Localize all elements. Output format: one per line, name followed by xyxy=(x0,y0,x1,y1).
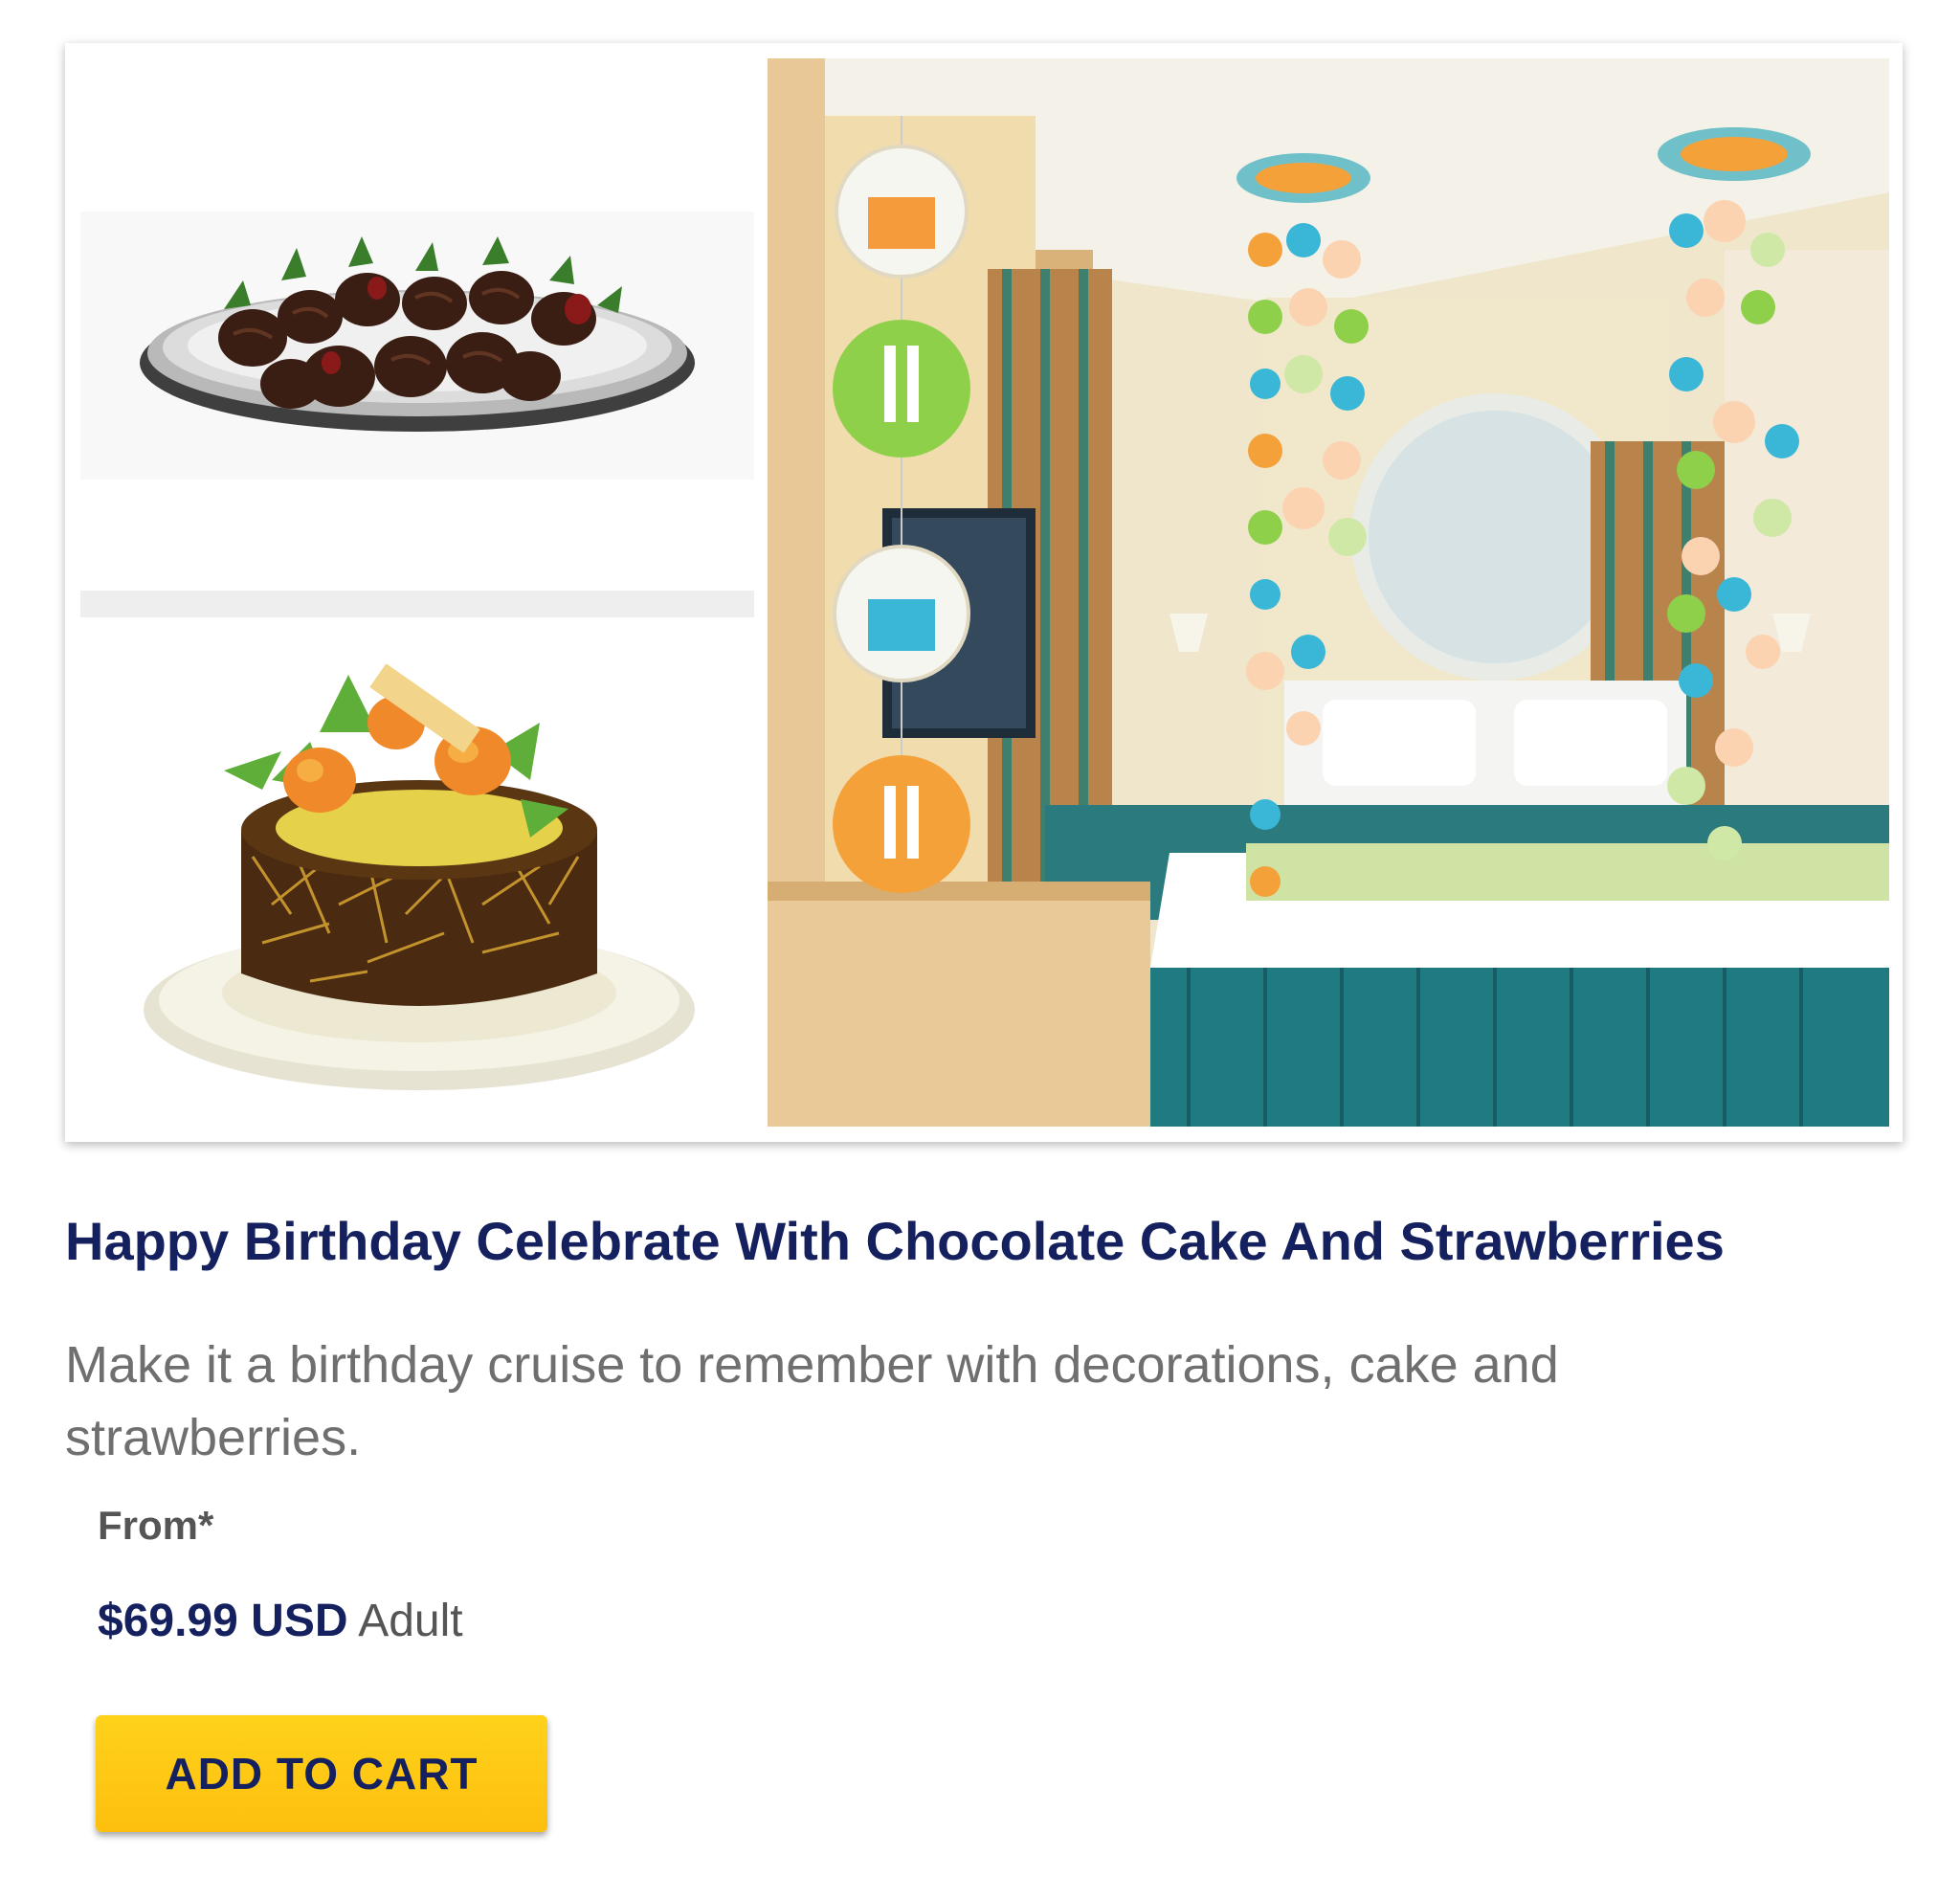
strawberries-photo xyxy=(80,58,754,591)
collage-divider xyxy=(80,591,754,617)
product-card: Happy Birthday Celebrate With Chocolate … xyxy=(0,0,1960,1899)
product-image-collage[interactable] xyxy=(65,43,1903,1142)
add-to-cart-button[interactable]: ADD TO CART xyxy=(96,1715,547,1832)
price-prefix: From* xyxy=(98,1503,214,1548)
price-amount: $69.99 USD xyxy=(98,1596,348,1646)
product-description: Make it a birthday cruise to remember wi… xyxy=(65,1336,1559,1466)
stateroom-photo xyxy=(768,58,1889,1127)
product-title[interactable]: Happy Birthday Celebrate With Chocolate … xyxy=(65,1208,1903,1275)
price-line: $69.99 USD Adult xyxy=(98,1593,463,1650)
cake-photo xyxy=(80,617,754,1127)
price-unit: Adult xyxy=(358,1596,463,1646)
